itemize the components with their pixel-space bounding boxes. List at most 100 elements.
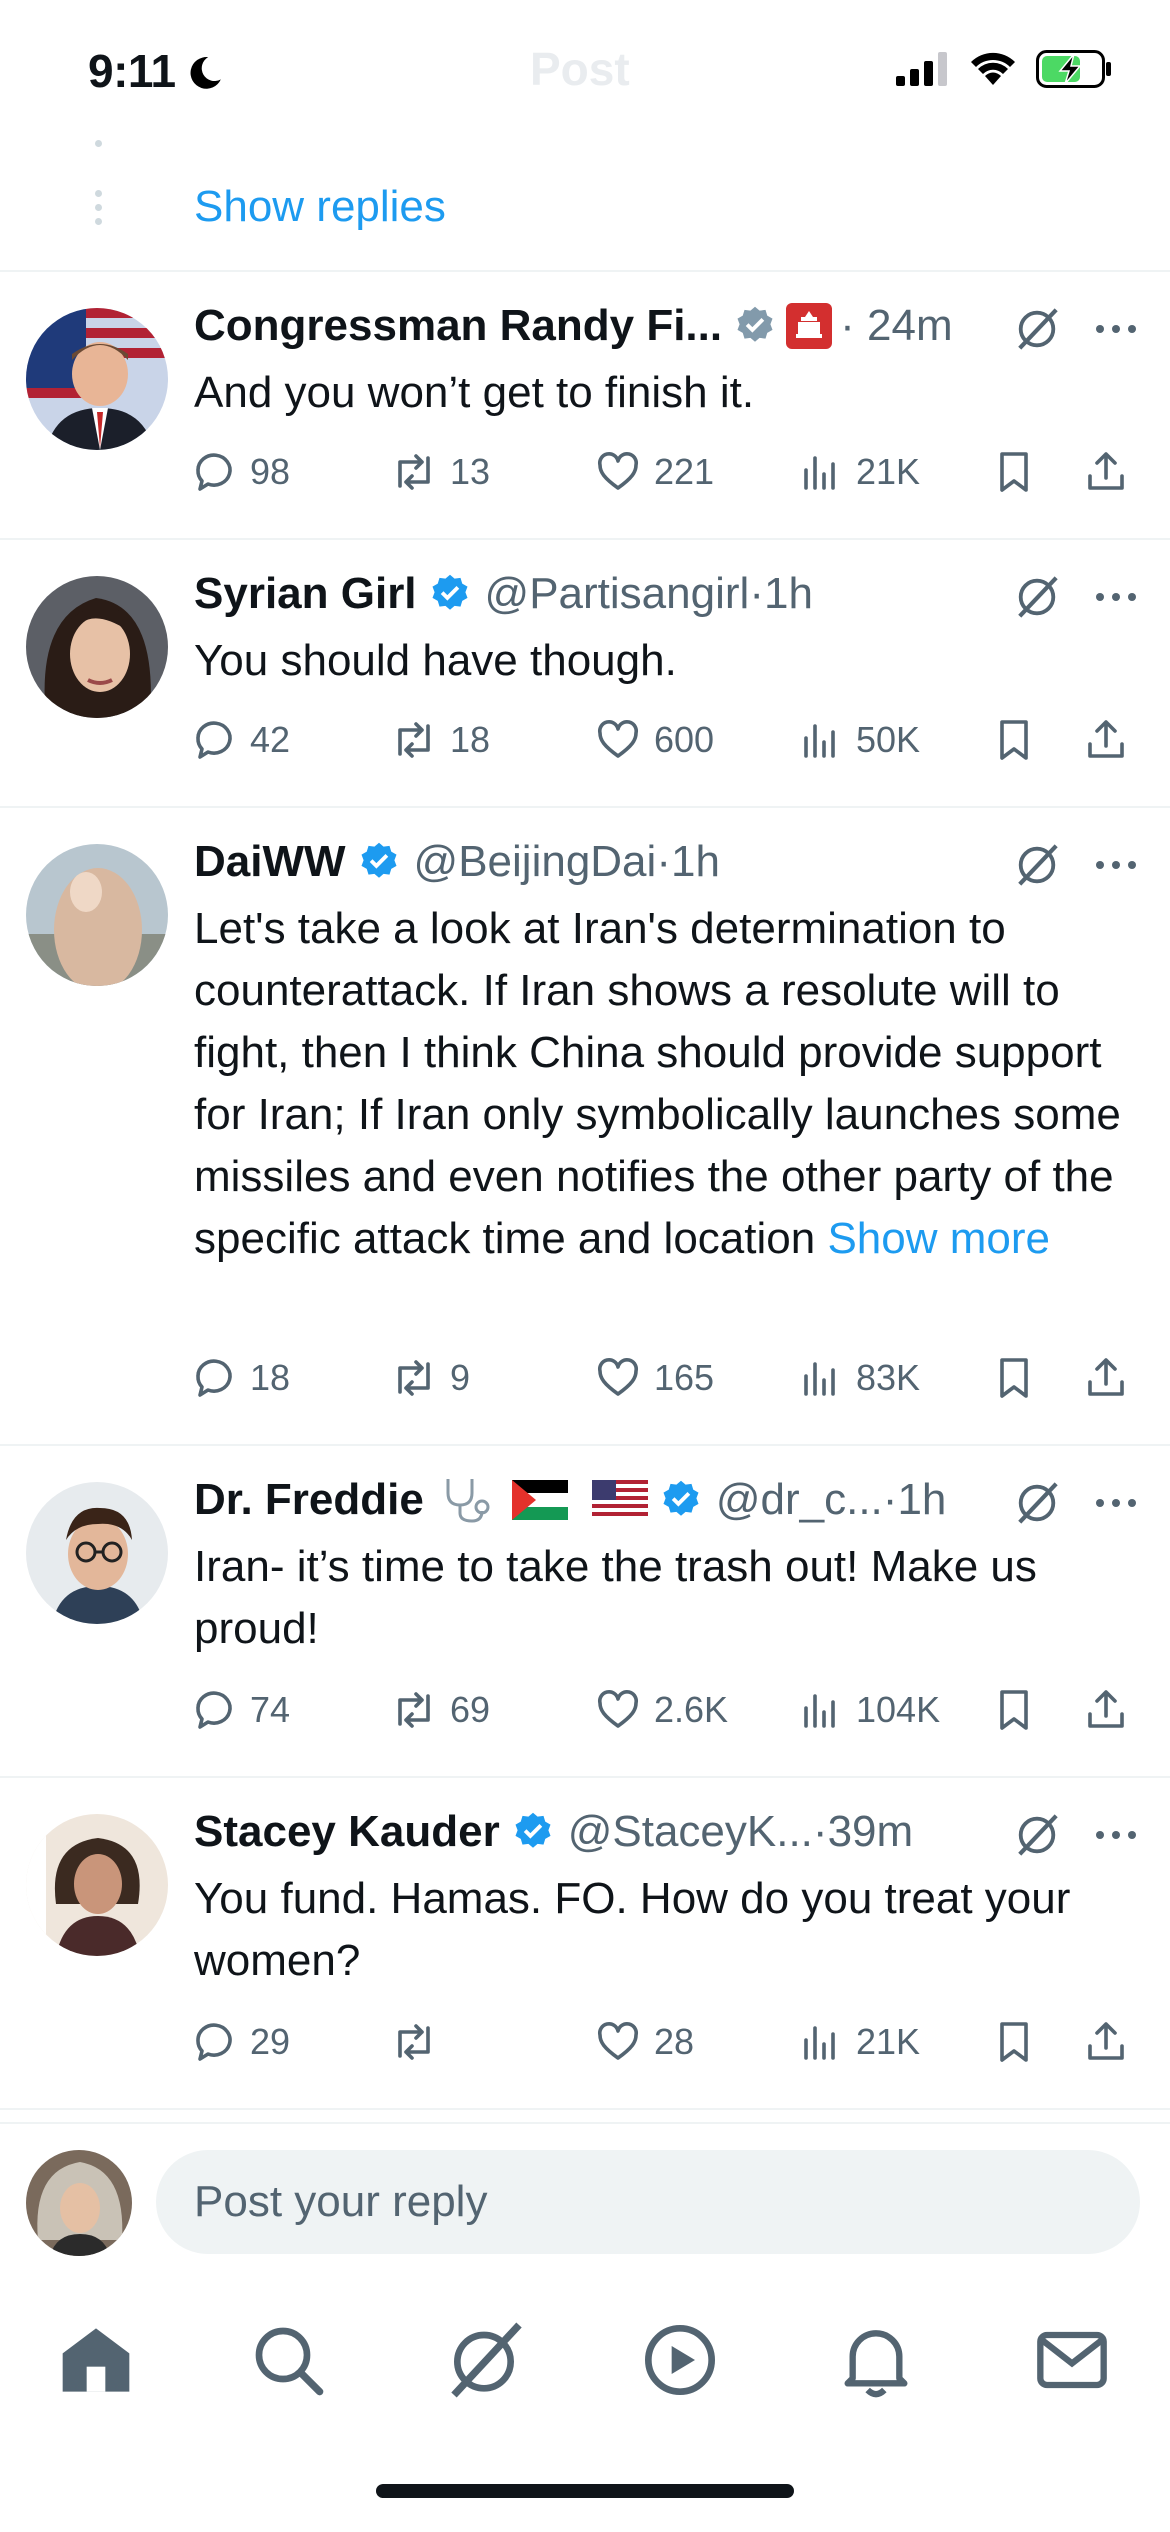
bookmark-icon — [1000, 720, 1028, 760]
share-button[interactable] — [1082, 2018, 1130, 2066]
display-name[interactable]: Dr. Freddie — [194, 1475, 424, 1525]
reply-card[interactable]: Dr. Freddie @dr_c...·1h Iran- it’s time … — [0, 1446, 1170, 1776]
avatar[interactable] — [26, 1814, 168, 1956]
reply-button[interactable]: 18 — [190, 1354, 290, 1402]
notifications-icon[interactable] — [836, 2320, 916, 2400]
comment-icon — [196, 2023, 232, 2061]
repost-button[interactable]: 18 — [390, 716, 490, 764]
more-options-icon[interactable] — [1092, 848, 1140, 882]
verified-badge-icon — [361, 842, 397, 878]
views-button[interactable]: 50K — [796, 716, 920, 764]
display-name[interactable]: DaiWW — [194, 837, 346, 887]
reply-card[interactable]: Congressman Randy Fi... · 24m And you wo… — [0, 272, 1170, 538]
share-button[interactable] — [1082, 716, 1130, 764]
cellular-signal-icon — [896, 52, 947, 86]
palestine-flag-emoji-icon — [511, 1480, 568, 1520]
messages-icon[interactable] — [1032, 2320, 1112, 2400]
bookmark-button[interactable] — [990, 2018, 1038, 2066]
user-avatar[interactable] — [26, 2150, 132, 2256]
reply-card[interactable]: Stacey Kauder @StaceyK...·39m You fund. … — [0, 1778, 1170, 2108]
display-name[interactable]: Syrian Girl — [194, 569, 417, 619]
grok-icon[interactable] — [1014, 1480, 1060, 1526]
reply-button[interactable]: 42 — [190, 716, 290, 764]
grok-icon[interactable] — [1014, 842, 1060, 888]
show-replies-link[interactable]: Show replies — [194, 182, 446, 232]
repost-count: 13 — [450, 451, 491, 492]
grok-icon[interactable] — [1014, 1812, 1060, 1858]
heart-icon — [597, 719, 639, 758]
bookmark-button[interactable] — [990, 1354, 1038, 1402]
grok-icon[interactable] — [1014, 306, 1060, 352]
bookmark-button[interactable] — [990, 1686, 1038, 1734]
reply-button[interactable]: 98 — [190, 448, 290, 496]
reply-header: Dr. Freddie @dr_c...·1h — [194, 1472, 1030, 1528]
heart-icon — [597, 1689, 639, 1728]
share-button[interactable] — [1082, 448, 1130, 496]
reply-button[interactable]: 29 — [190, 2018, 290, 2066]
reply-header: DaiWW @BeijingDai·1h — [194, 834, 1030, 890]
grok-icon[interactable] — [444, 2320, 524, 2400]
like-button[interactable]: 221 — [594, 448, 714, 496]
views-count: 21K — [856, 2021, 921, 2062]
repost-icon — [398, 722, 430, 758]
reply-count: 29 — [250, 2021, 291, 2062]
reply-text-body: Let's take a look at Iran's determinatio… — [194, 904, 1121, 1263]
like-count: 165 — [654, 1357, 715, 1398]
action-bar: 74 69 2.6K 104K — [190, 1686, 1150, 1742]
reply-button[interactable]: 74 — [190, 1686, 290, 1734]
heart-icon — [597, 1357, 639, 1396]
reply-count: 42 — [250, 719, 291, 760]
avatar[interactable] — [26, 576, 168, 718]
avatar[interactable] — [26, 1482, 168, 1624]
repost-count: 69 — [450, 1689, 491, 1730]
reply-input[interactable] — [156, 2150, 1140, 2254]
like-button[interactable]: 165 — [594, 1354, 714, 1402]
grok-icon[interactable] — [1014, 574, 1060, 620]
show-more-link[interactable]: Show more — [827, 1214, 1050, 1263]
like-button[interactable]: 2.6K — [594, 1686, 728, 1734]
avatar[interactable] — [26, 844, 168, 986]
views-count: 83K — [856, 1357, 921, 1398]
repost-button[interactable]: 69 — [390, 1686, 490, 1734]
bookmark-icon — [1000, 452, 1028, 492]
bookmark-button[interactable] — [990, 716, 1038, 764]
reply-card[interactable]: DaiWW @BeijingDai·1h Let's take a look a… — [0, 808, 1170, 1444]
reply-text: You should have though. — [194, 636, 677, 685]
bottom-tab-bar — [0, 2290, 1170, 2440]
bookmark-icon — [1000, 1690, 1028, 1730]
more-options-icon[interactable] — [1092, 1818, 1140, 1852]
views-button[interactable]: 83K — [796, 1354, 920, 1402]
search-icon[interactable] — [248, 2320, 328, 2400]
repost-button[interactable]: 9 — [390, 1354, 470, 1402]
views-button[interactable]: 21K — [796, 2018, 920, 2066]
stethoscope-emoji-icon — [446, 1479, 490, 1523]
more-options-icon[interactable] — [1092, 580, 1140, 614]
home-icon[interactable] — [56, 2320, 136, 2400]
views-button[interactable]: 21K — [796, 448, 920, 496]
video-icon[interactable] — [640, 2320, 720, 2400]
display-name[interactable]: Stacey Kauder — [194, 1807, 500, 1857]
like-button[interactable]: 600 — [594, 716, 714, 764]
display-name[interactable]: Congressman Randy Fi... — [194, 301, 722, 351]
avatar[interactable] — [26, 308, 168, 450]
more-options-icon[interactable] — [1092, 312, 1140, 346]
reply-count: 98 — [250, 451, 291, 492]
action-bar: 98 13 221 21K — [190, 448, 1150, 504]
composer-divider — [0, 2122, 1170, 2124]
repost-button[interactable] — [390, 2018, 450, 2066]
more-options-icon[interactable] — [1092, 1486, 1140, 1520]
capitol-badge-icon — [786, 303, 833, 349]
views-count: 21K — [856, 451, 921, 492]
like-button[interactable]: 28 — [594, 2018, 694, 2066]
reply-card[interactable]: Syrian Girl @Partisangirl·1h You should … — [0, 540, 1170, 806]
share-button[interactable] — [1082, 1686, 1130, 1734]
repost-button[interactable]: 13 — [390, 448, 490, 496]
bookmark-icon — [1000, 2022, 1028, 2062]
views-button[interactable]: 104K — [796, 1686, 940, 1734]
share-button[interactable] — [1082, 1354, 1130, 1402]
reply-time: · 24m — [840, 301, 953, 350]
views-count: 104K — [856, 1689, 941, 1730]
bookmark-button[interactable] — [990, 448, 1038, 496]
views-icon — [804, 456, 835, 490]
reply-text: You fund. Hamas. FO. How do you treat yo… — [194, 1874, 1071, 1985]
